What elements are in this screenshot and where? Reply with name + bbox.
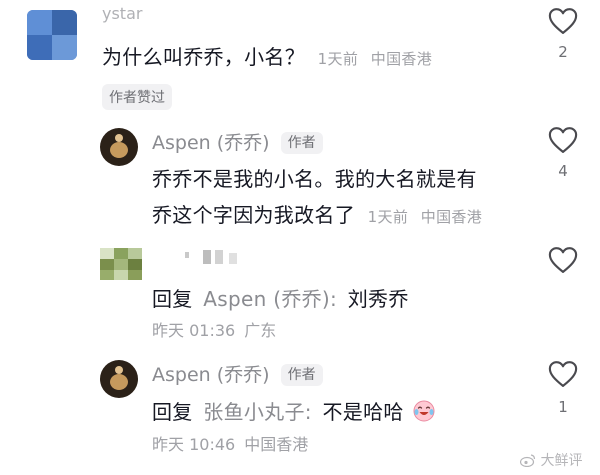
watermark: 大鲜评: [519, 450, 583, 470]
author-tag: 作者: [280, 132, 323, 154]
comment-body: 为什么叫乔乔，小名？: [102, 45, 305, 69]
comment-time: 1天前: [317, 50, 359, 68]
user-avatar-blurred[interactable]: [100, 248, 142, 280]
reply-target[interactable]: 张鱼小丸子:: [203, 400, 312, 424]
like-count: 2: [558, 43, 568, 61]
author-avatar[interactable]: [100, 128, 138, 166]
reply-location: 广东: [244, 321, 277, 340]
weibo-logo-icon: [519, 454, 536, 468]
comment-username[interactable]: Aspen (乔乔): [152, 132, 270, 154]
author-avatar[interactable]: [100, 360, 138, 398]
emoji-laugh-cry-icon: [413, 400, 435, 422]
heart-icon[interactable]: [548, 126, 578, 154]
heart-icon[interactable]: [548, 360, 578, 388]
comment-text-line2: 乔这个字因为我改名了 1天前 中国香港: [152, 199, 482, 228]
username-blurred[interactable]: [185, 250, 240, 264]
author-liked-badge: 作者赞过: [102, 84, 172, 110]
reply-text: 回复 Aspen (乔乔): 刘秀乔: [152, 283, 409, 312]
user-avatar-blurred[interactable]: [27, 10, 77, 60]
comment-body-line1: 乔乔不是我的小名。我的大名就是有: [152, 167, 477, 191]
heart-icon[interactable]: [548, 7, 578, 35]
comment-username[interactable]: уstar: [102, 4, 142, 23]
reply-target[interactable]: Aspen (乔乔):: [203, 287, 337, 311]
comment-time: 1天前: [367, 208, 409, 226]
author-tag: 作者: [280, 364, 323, 386]
comment-username[interactable]: Aspen (乔乔): [152, 364, 270, 386]
reply-body: 刘秀乔: [347, 287, 409, 311]
comment-location: 中国香港: [370, 50, 432, 68]
reply-location: 中国香港: [244, 435, 309, 454]
like-count: 1: [558, 398, 568, 416]
comment-header: Aspen (乔乔) 作者: [152, 128, 323, 155]
like-count: 4: [558, 162, 568, 180]
reply-text: 回复 张鱼小丸子: 不是哈哈: [152, 396, 436, 425]
comment-text: 为什么叫乔乔，小名？ 1天前 中国香港: [102, 41, 432, 70]
heart-icon[interactable]: [548, 246, 578, 274]
reply-date: 昨天 10:46: [152, 435, 236, 454]
reply-meta: 昨天 10:46 中国香港: [152, 431, 308, 455]
reply-body: 不是哈哈: [322, 400, 404, 424]
reply-date: 昨天 01:36: [152, 321, 236, 340]
comment-location: 中国香港: [420, 208, 482, 226]
reply-meta: 昨天 01:36 广东: [152, 317, 276, 341]
watermark-text: 大鲜评: [540, 453, 583, 469]
reply-prefix: 回复: [152, 400, 193, 424]
reply-prefix: 回复: [152, 287, 193, 311]
comment-body-line2: 乔这个字因为我改名了: [152, 203, 355, 227]
comment-header: Aspen (乔乔) 作者: [152, 360, 323, 387]
